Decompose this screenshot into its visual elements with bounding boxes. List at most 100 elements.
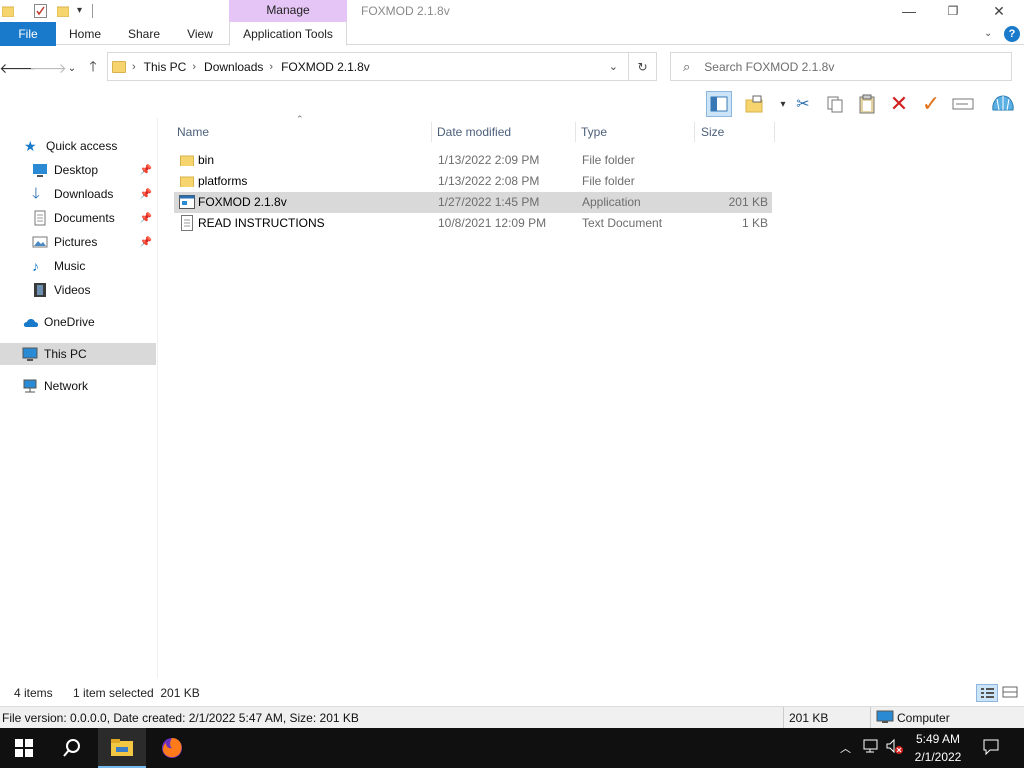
file-row[interactable]: bin 1/13/2022 2:09 PM File folder: [174, 150, 772, 171]
file-explorer-taskbar-icon[interactable]: [98, 728, 146, 768]
address-history-dropdown-icon[interactable]: ⌄: [609, 60, 618, 73]
folder-icon[interactable]: [1, 5, 15, 18]
help-icon[interactable]: ?: [1004, 26, 1020, 42]
checkmark-icon[interactable]: ✓: [918, 91, 944, 117]
file-row[interactable]: READ INSTRUCTIONS 10/8/2021 12:09 PM Tex…: [174, 213, 772, 234]
details-view-icon[interactable]: [976, 684, 998, 702]
breadcrumb-this-pc[interactable]: This PC: [144, 60, 187, 74]
forward-arrow-icon[interactable]: 🡒: [29, 58, 67, 78]
properties-icon[interactable]: [34, 4, 47, 18]
file-info: File version: 0.0.0.0, Date created: 2/1…: [2, 711, 359, 725]
status-bar: 4 items 1 item selected 201 KB: [0, 682, 1024, 704]
paste-icon[interactable]: [854, 91, 880, 117]
recent-locations-dropdown-icon[interactable]: ⌄: [62, 58, 82, 78]
title-bar: [0, 0, 1024, 22]
customize-qat-dropdown-icon[interactable]: ▾: [77, 5, 82, 16]
file-date: 10/8/2021 12:09 PM: [438, 216, 547, 230]
computer-icon: [876, 710, 894, 724]
tab-home[interactable]: Home: [62, 22, 108, 46]
computer-icon: [22, 346, 38, 362]
breadcrumb-separator[interactable]: ›: [269, 61, 273, 73]
breadcrumb-separator[interactable]: ›: [132, 61, 136, 73]
file-size: [698, 171, 768, 192]
breadcrumb-separator[interactable]: ›: [192, 61, 196, 73]
search-icon[interactable]: [48, 728, 96, 768]
file-type: File folder: [582, 174, 635, 188]
refresh-button[interactable]: ↻: [629, 52, 657, 81]
breadcrumb-foxmod[interactable]: FOXMOD 2.1.8v: [281, 60, 370, 74]
sidebar-item-documents[interactable]: Documents 📌: [0, 207, 156, 229]
copy-icon[interactable]: [822, 91, 848, 117]
column-header-date-modified[interactable]: Date modified: [433, 122, 576, 142]
documents-icon: [32, 210, 48, 226]
address-bar[interactable]: › This PC › Downloads › FOXMOD 2.1.8v ⌄: [107, 52, 629, 81]
expand-ribbon-icon[interactable]: ⌄: [984, 28, 992, 39]
status-divider: [783, 707, 784, 729]
download-arrow-icon: 🡓: [32, 185, 40, 202]
minimize-button[interactable]: —: [886, 0, 932, 22]
sidebar-item-label: OneDrive: [44, 315, 95, 329]
column-header-name[interactable]: Name: [173, 122, 432, 142]
sidebar-item-music[interactable]: ♪ Music: [0, 255, 156, 277]
pictures-icon: [32, 234, 48, 250]
cloud-icon: [22, 314, 39, 330]
rename-icon[interactable]: [950, 91, 976, 117]
column-header-size[interactable]: Size: [697, 122, 775, 142]
breadcrumb-downloads[interactable]: Downloads: [204, 60, 263, 74]
shell-icon[interactable]: [990, 91, 1016, 117]
tab-view[interactable]: View: [180, 22, 220, 46]
sidebar-item-videos[interactable]: Videos: [0, 279, 156, 301]
network-status-icon[interactable]: [862, 738, 880, 757]
new-folder-icon[interactable]: [742, 91, 768, 117]
sidebar-item-network[interactable]: Network: [0, 375, 156, 397]
tab-file[interactable]: File: [0, 22, 56, 46]
sidebar-item-desktop[interactable]: Desktop 📌: [0, 159, 156, 181]
file-size: 1 KB: [741, 216, 768, 230]
tab-application-tools[interactable]: Application Tools: [229, 22, 347, 46]
cut-icon[interactable]: ✂: [790, 91, 816, 117]
tab-share[interactable]: Share: [122, 22, 166, 46]
file-date: 1/13/2022 2:09 PM: [438, 153, 540, 167]
folder-icon: [180, 153, 194, 166]
up-arrow-icon[interactable]: 🡑: [83, 58, 103, 78]
sidebar-item-onedrive[interactable]: OneDrive: [0, 311, 156, 333]
file-row-selected[interactable]: FOXMOD 2.1.8v 1/27/2022 1:45 PM Applicat…: [174, 192, 772, 213]
search-box[interactable]: ⌕ Search FOXMOD 2.1.8v: [670, 52, 1012, 81]
refresh-icon: ↻: [637, 59, 648, 74]
status-location: Computer: [897, 711, 950, 725]
pin-icon[interactable]: 📌: [140, 189, 152, 200]
back-arrow-icon[interactable]: 🡐: [0, 58, 37, 78]
sidebar-item-this-pc[interactable]: This PC: [0, 343, 156, 365]
volume-muted-icon[interactable]: [885, 738, 903, 757]
status-divider: [870, 707, 871, 729]
new-folder-icon[interactable]: [56, 5, 70, 18]
close-button[interactable]: ✕: [976, 0, 1022, 22]
file-date: 1/13/2022 2:08 PM: [438, 174, 540, 188]
file-name: platforms: [198, 174, 248, 188]
column-header-type[interactable]: Type: [577, 122, 695, 142]
sidebar-item-label: Videos: [54, 283, 91, 297]
manage-context-header: Manage: [229, 0, 347, 22]
file-row[interactable]: platforms 1/13/2022 2:08 PM File folder: [174, 171, 772, 192]
sidebar-item-label: Pictures: [54, 235, 98, 249]
clock-date[interactable]: 2/1/2022: [906, 750, 970, 764]
action-center-icon[interactable]: [982, 738, 1000, 759]
application-icon: [179, 195, 195, 209]
text-document-icon: [181, 215, 193, 231]
folder-icon: [112, 60, 126, 73]
pin-icon[interactable]: 📌: [140, 165, 152, 176]
delete-icon[interactable]: ✕: [886, 91, 912, 117]
network-icon: [22, 378, 38, 394]
firefox-icon[interactable]: [148, 728, 196, 768]
clock-time[interactable]: 5:49 AM: [906, 732, 970, 746]
sidebar-item-quick-access[interactable]: ★ Quick access: [0, 135, 156, 157]
pin-icon[interactable]: 📌: [140, 213, 152, 224]
sidebar-item-downloads[interactable]: 🡓 Downloads 📌: [0, 183, 156, 205]
preview-pane-icon[interactable]: [706, 91, 732, 117]
windows-start-icon[interactable]: [0, 728, 48, 768]
large-icons-view-icon[interactable]: [1000, 684, 1020, 702]
show-hidden-icons-icon[interactable]: ︿: [840, 740, 851, 756]
maximize-button[interactable]: ❐: [930, 0, 976, 22]
sidebar-item-pictures[interactable]: Pictures 📌: [0, 231, 156, 253]
pin-icon[interactable]: 📌: [140, 237, 152, 248]
